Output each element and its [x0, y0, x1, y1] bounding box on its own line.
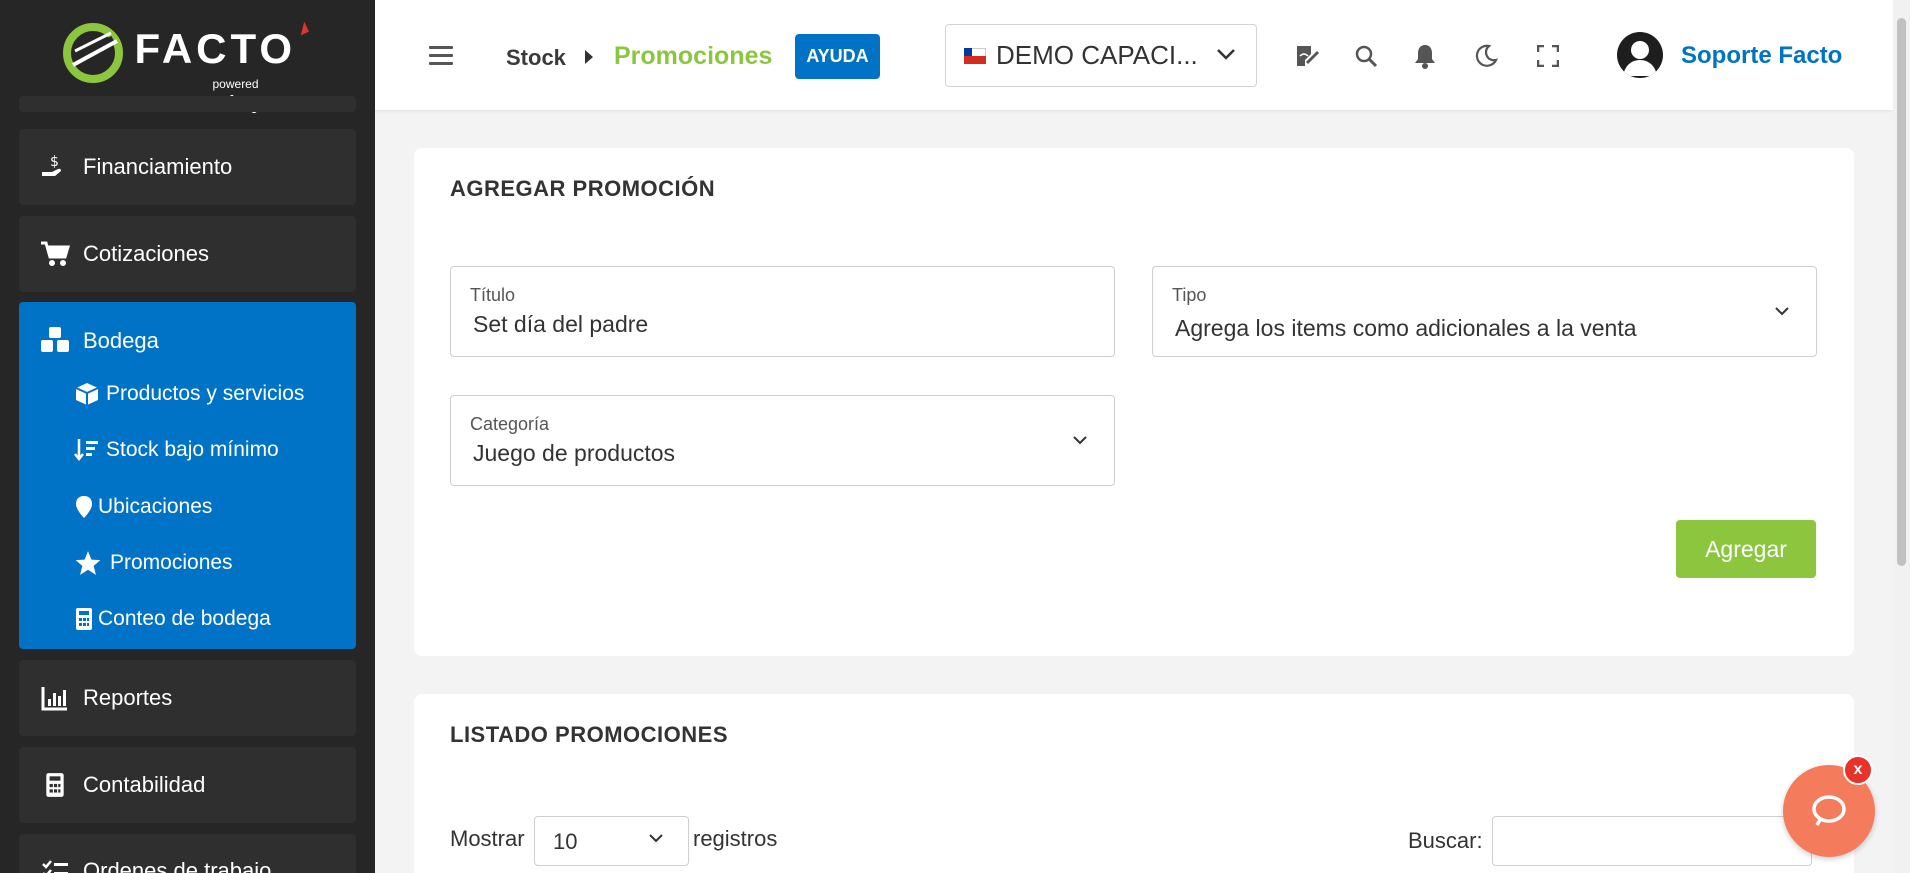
sidebar-subitem-ubicaciones[interactable]: Ubicaciones [74, 494, 212, 520]
company-name: DEMO CAPACI... [996, 40, 1198, 70]
chevron-down-icon [649, 834, 663, 843]
categoria-select[interactable]: Categoría Juego de productos [450, 395, 1115, 486]
sidebar-item-reportes[interactable]: Reportes [19, 660, 356, 736]
chevron-down-icon [1217, 49, 1235, 60]
calculator-icon [39, 769, 71, 801]
brand-name: FACTO [134, 25, 297, 72]
agregar-button[interactable]: Agregar [1676, 520, 1816, 578]
sidebar-subitem-label: Productos y servicios [106, 382, 305, 405]
calculator-icon [74, 606, 94, 632]
scrollbar-thumb[interactable] [1897, 18, 1906, 566]
bar-chart-icon [39, 682, 71, 714]
cart-icon [39, 238, 71, 270]
hand-dollar-icon: $ [39, 151, 71, 183]
star-icon [74, 550, 102, 576]
search-label: Buscar: [1408, 828, 1483, 853]
sidebar-item-label: Ordenes de trabajo [83, 858, 272, 873]
fullscreen-icon[interactable] [1534, 42, 1562, 70]
tipo-label: Tipo [1172, 285, 1207, 305]
breadcrumb-current: Promociones [614, 42, 773, 70]
svg-text:$: $ [50, 154, 59, 170]
sidebar-item-financiamiento[interactable]: $ Financiamiento [19, 129, 356, 205]
titulo-value: Set día del padre [473, 311, 649, 337]
page-size-select[interactable]: 10 [534, 816, 689, 866]
sidebar-subitem-label: Promociones [110, 551, 233, 574]
tipo-select[interactable]: Tipo Agrega los items como adicionales a… [1152, 266, 1817, 357]
avatar[interactable] [1617, 32, 1663, 78]
facto-logo-mark-icon [62, 23, 123, 83]
chat-bubble-icon [1812, 795, 1846, 826]
sidebar-subitem-label: Stock bajo mínimo [106, 438, 279, 461]
sidebar-item-ordenes-trabajo[interactable]: Ordenes de trabajo [19, 834, 356, 873]
sidebar-subitem-promociones[interactable]: Promociones [74, 550, 233, 576]
sidebar-item-label: Contabilidad [83, 772, 206, 797]
chat-close-button[interactable]: x [1843, 755, 1873, 785]
add-promotion-title: AGREGAR PROMOCIÓN [450, 176, 716, 201]
sidebar: FACTO powered bykoywe $ Financiamiento C… [0, 0, 375, 873]
categoria-value: Juego de productos [473, 440, 676, 466]
chevron-down-icon [1073, 436, 1087, 445]
titulo-label: Título [470, 285, 516, 305]
page-size-value: 10 [553, 829, 578, 854]
signature-icon[interactable] [1293, 42, 1321, 70]
sidebar-item-label: Cotizaciones [83, 241, 209, 266]
add-promotion-card: AGREGAR PROMOCIÓN Título Set día del pad… [414, 148, 1854, 656]
promotions-list-title: LISTADO PROMOCIONES [450, 722, 728, 747]
top-header: Stock Promociones AYUDA DEMO CAPACI... S… [375, 0, 1893, 110]
search-input[interactable] [1492, 816, 1812, 866]
search-icon[interactable] [1352, 42, 1380, 70]
sidebar-subitem-conteo-bodega[interactable]: Conteo de bodega [74, 606, 271, 632]
sidebar-item-label: Bodega [83, 328, 159, 353]
map-pin-icon [74, 494, 94, 520]
bell-icon[interactable] [1411, 42, 1439, 70]
help-button[interactable]: AYUDA [795, 34, 880, 79]
cubes-icon [39, 324, 71, 356]
breadcrumb-separator-icon [585, 50, 593, 64]
sidebar-subitem-label: Ubicaciones [98, 495, 213, 518]
tipo-value: Agrega los items como adicionales a la v… [1175, 315, 1637, 341]
sidebar-subitem-label: Conteo de bodega [98, 607, 271, 630]
show-label: Mostrar [450, 826, 525, 851]
sidebar-subitem-stock-bajo-minimo[interactable]: Stock bajo mínimo [74, 437, 279, 463]
brand-logo[interactable]: FACTO powered bykoywe [0, 0, 375, 114]
records-label: registros [693, 826, 778, 851]
sidebar-item-cotizaciones[interactable]: Cotizaciones [19, 216, 356, 292]
moon-icon[interactable] [1472, 42, 1500, 70]
promotions-list-card: LISTADO PROMOCIONES Mostrar 10 registros… [414, 694, 1854, 873]
sidebar-item-label: Financiamiento [83, 154, 233, 179]
breadcrumb-root[interactable]: Stock [506, 45, 566, 71]
list-check-icon [39, 856, 71, 873]
sort-down-icon [74, 437, 100, 463]
user-name[interactable]: Soporte Facto [1681, 42, 1842, 70]
chile-flag-icon [964, 47, 986, 64]
company-selector[interactable]: DEMO CAPACI... [945, 24, 1257, 87]
sidebar-item-hidden[interactable] [19, 96, 356, 112]
sidebar-subitem-productos[interactable]: Productos y servicios [74, 381, 304, 407]
sidebar-item-contabilidad[interactable]: Contabilidad [19, 747, 356, 823]
categoria-label: Categoría [470, 414, 550, 434]
menu-toggle-icon[interactable] [429, 46, 453, 66]
sidebar-item-bodega[interactable]: Bodega [19, 302, 356, 649]
titulo-field[interactable]: Título Set día del padre [450, 266, 1115, 357]
chevron-down-icon [1775, 307, 1789, 316]
brand-accent-icon [295, 21, 309, 36]
box-icon [74, 381, 100, 407]
sidebar-item-label: Reportes [83, 685, 173, 710]
